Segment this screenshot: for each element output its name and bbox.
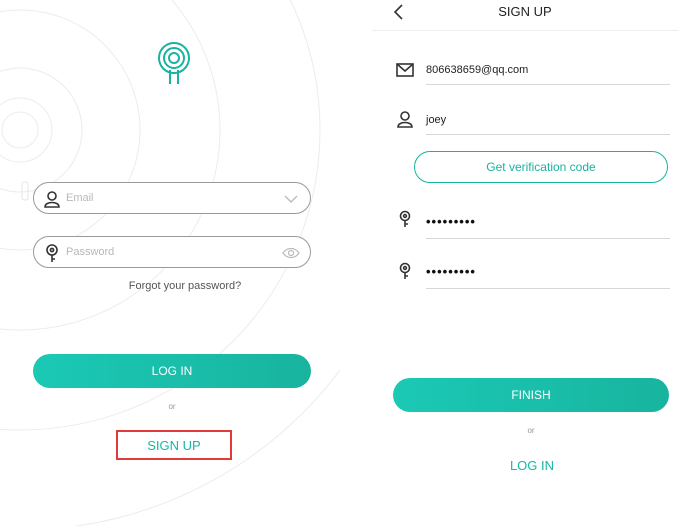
password-value: ••••••••• (426, 214, 476, 229)
page-title: SIGN UP (498, 4, 552, 19)
chevron-down-icon[interactable] (282, 191, 300, 207)
key-icon (399, 210, 411, 227)
header-divider (372, 30, 678, 31)
login-screen: Email Password Forgot your password? LOG… (0, 0, 340, 526)
confirm-password-field[interactable]: ••••••••• (426, 264, 670, 289)
login-link[interactable]: LOG IN (482, 458, 582, 473)
signup-link-label: SIGN UP (147, 437, 201, 453)
mail-icon (396, 63, 414, 77)
user-icon (44, 191, 60, 208)
signup-screen: SIGN UP 806638659@qq.com joey Get verifi… (372, 0, 678, 526)
finish-button[interactable]: FINISH (393, 378, 669, 412)
username-field[interactable]: joey (426, 110, 670, 135)
confirm-password-value: ••••••••• (426, 264, 476, 279)
key-icon (399, 262, 411, 279)
login-button[interactable]: LOG IN (33, 354, 311, 388)
verification-button-label: Get verification code (486, 160, 596, 174)
password-placeholder: Password (66, 246, 115, 258)
forgot-password-link[interactable]: Forgot your password? (100, 280, 270, 292)
email-input[interactable]: Email (33, 182, 311, 214)
email-value: 806638659@qq.com (426, 64, 529, 76)
email-placeholder: Email (66, 192, 94, 204)
key-icon (46, 244, 58, 262)
get-verification-code-button[interactable]: Get verification code (414, 151, 668, 183)
eye-icon[interactable] (282, 245, 300, 261)
pin-logo-icon (158, 42, 190, 84)
signup-link[interactable]: SIGN UP (116, 430, 232, 460)
user-icon (397, 111, 413, 128)
username-value: joey (426, 114, 447, 126)
password-input[interactable]: Password (33, 236, 311, 268)
or-text: or (527, 426, 535, 435)
email-field[interactable]: 806638659@qq.com (426, 60, 670, 85)
or-text: or (168, 402, 176, 411)
password-field[interactable]: ••••••••• (426, 214, 670, 239)
